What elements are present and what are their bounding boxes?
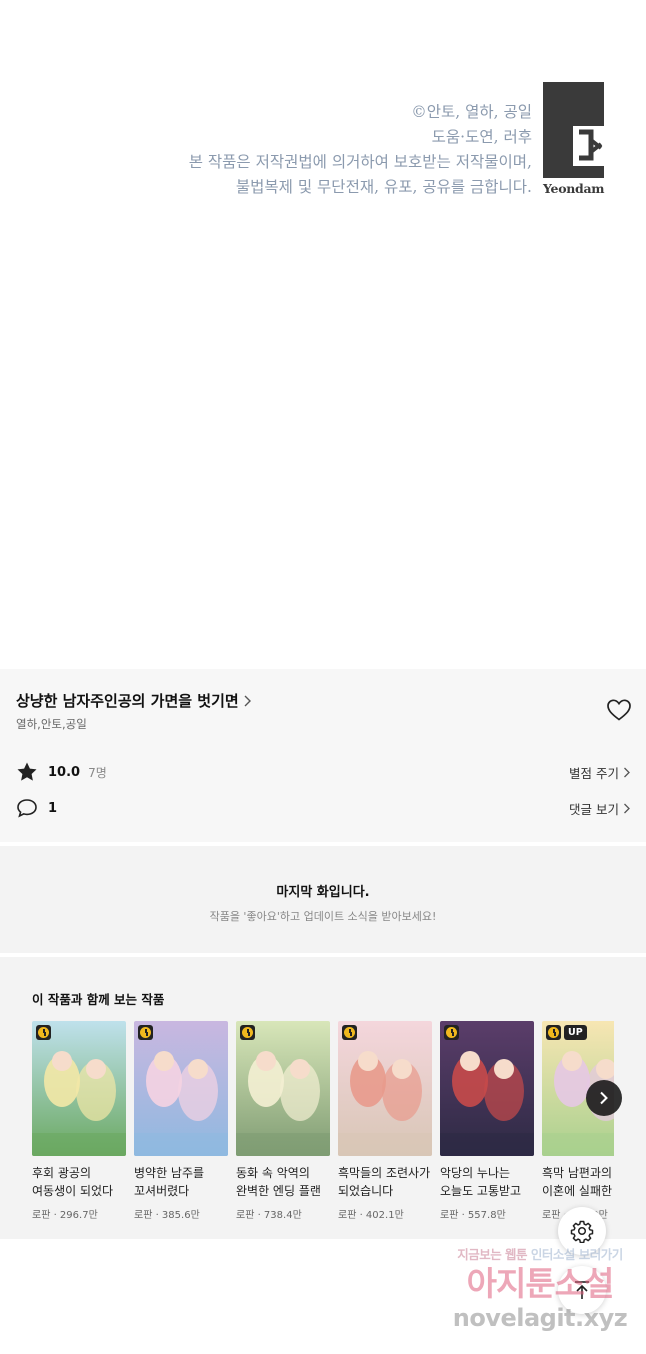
recommendation-title: 병약한 남주를 꼬셔버렸다 bbox=[134, 1166, 205, 1198]
watermark-url: novelagit.xyz bbox=[452, 1304, 628, 1332]
recommendations-carousel[interactable]: 후회 광공의 여동생이 되었다 로판 · 296.7만 병약한 남주를 꼬셔버렸다 로… bbox=[32, 1021, 614, 1231]
wait-free-clock-icon bbox=[36, 1025, 51, 1040]
wait-free-clock-icon bbox=[546, 1025, 561, 1040]
recommendation-card[interactable]: 흑막들의 조련사가 되었습니다로판 · 402.1만 bbox=[338, 1021, 432, 1221]
star-icon bbox=[17, 762, 37, 781]
cover-illustration bbox=[32, 1021, 126, 1156]
recommendation-card[interactable]: 악당의 누나는 오늘도 고통받고로판 · 557.8만 bbox=[440, 1021, 534, 1221]
series-title-link[interactable]: 상냥한 남자주인공의 가면을 벗기면 bbox=[16, 690, 251, 711]
chevron-right-icon bbox=[624, 803, 630, 813]
logo-mark bbox=[543, 82, 604, 178]
recommendation-card[interactable]: 병약한 남주를 꼬셔버렸다로판 · 385.6만 bbox=[134, 1021, 228, 1221]
comment-bubble-icon bbox=[17, 799, 37, 818]
heart-icon[interactable] bbox=[606, 698, 632, 722]
cover-thumbnail[interactable] bbox=[440, 1021, 534, 1156]
comment-row: 1 댓글 보기 bbox=[16, 796, 630, 820]
recommendations-section: 이 작품과 함께 보는 작품 후회 광공의 여동생이 되었다로판 · 296.7… bbox=[0, 957, 646, 1239]
scroll-to-top-button[interactable] bbox=[558, 1266, 606, 1314]
chevron-right-icon bbox=[624, 767, 630, 777]
chevron-right-icon bbox=[244, 695, 251, 706]
settings-button[interactable] bbox=[558, 1207, 606, 1255]
copyright-notice: ©안토, 열하, 공일 도움·도연, 러후 본 작품은 저작권법에 의거하여 보… bbox=[189, 100, 532, 200]
cover-thumbnail[interactable] bbox=[236, 1021, 330, 1156]
recommendation-title: 악당의 누나는 오늘도 고통받고 bbox=[440, 1166, 522, 1198]
recommendation-meta: 로판 · 385.6만 bbox=[134, 1210, 200, 1221]
recommendation-meta: 로판 · 738.4만 bbox=[236, 1210, 302, 1221]
watermark-brand: 아지툰소설 bbox=[466, 1264, 615, 1303]
recommendation-card[interactable]: UP흑막 남편과의 이혼에 실패한 것로판 · 451.9만 bbox=[542, 1021, 614, 1221]
wait-free-clock-icon bbox=[444, 1025, 459, 1040]
rate-button[interactable]: 별점 주기 bbox=[569, 763, 630, 782]
carousel-next-button[interactable] bbox=[586, 1080, 622, 1116]
series-authors: 열하,안토,공일 bbox=[16, 717, 87, 731]
wait-free-clock-icon bbox=[342, 1025, 357, 1040]
view-comments-button[interactable]: 댓글 보기 bbox=[569, 799, 630, 818]
copyright-line: 본 작품은 저작권법에 의거하여 보호받는 저작물이며, bbox=[188, 153, 532, 171]
cover-thumbnail[interactable] bbox=[32, 1021, 126, 1156]
wait-free-clock-icon bbox=[138, 1025, 153, 1040]
last-episode-notice: 마지막 화입니다. 작품을 '좋아요'하고 업데이트 소식을 받아보세요! bbox=[0, 846, 646, 953]
recommendation-title: 후회 광공의 여동생이 되었다 bbox=[32, 1166, 114, 1198]
recommendation-title: 흑막들의 조련사가 되었습니다 bbox=[338, 1166, 431, 1198]
publisher-logo: Yeondam bbox=[543, 82, 605, 196]
view-comments-label: 댓글 보기 bbox=[569, 801, 619, 817]
logo-text: Yeondam bbox=[543, 181, 605, 196]
cover-illustration bbox=[236, 1021, 330, 1156]
rate-button-label: 별점 주기 bbox=[569, 765, 619, 781]
rating-row: 10.0 7명 별점 주기 bbox=[16, 760, 630, 784]
comment-count: 1 bbox=[48, 800, 58, 816]
chevron-right-icon bbox=[600, 1091, 608, 1105]
cover-illustration bbox=[338, 1021, 432, 1156]
recommendation-title: 동화 속 악역의 완벽한 엔딩 플랜 bbox=[236, 1166, 321, 1198]
copyright-line: 도움·도연, 러후 bbox=[431, 128, 532, 146]
copyright-line: 불법복제 및 무단전재, 유포, 공유를 금합니다. bbox=[235, 178, 532, 196]
rating-value: 10.0 bbox=[48, 764, 81, 780]
cover-thumbnail[interactable] bbox=[338, 1021, 432, 1156]
rating-count: 7명 bbox=[88, 765, 107, 780]
recommendation-meta: 로판 · 557.8만 bbox=[440, 1210, 506, 1221]
arrow-up-icon bbox=[575, 1281, 589, 1299]
logo-glyph-icon bbox=[579, 129, 603, 161]
gear-icon bbox=[570, 1220, 594, 1243]
site-watermark: 지금보는 웹툰 인터소설 보러가기 아지툰소설 novelagit.xyz bbox=[440, 1244, 640, 1332]
series-info-panel: 상냥한 남자주인공의 가면을 벗기면 열하,안토,공일 10.0 7명 별점 주… bbox=[0, 669, 646, 842]
update-badge: UP bbox=[564, 1025, 587, 1040]
wait-free-clock-icon bbox=[240, 1025, 255, 1040]
recommendations-heading: 이 작품과 함께 보는 작품 bbox=[32, 992, 165, 1007]
recommendation-meta: 로판 · 402.1만 bbox=[338, 1210, 404, 1221]
recommendation-card[interactable]: 동화 속 악역의 완벽한 엔딩 플랜로판 · 738.4만 bbox=[236, 1021, 330, 1221]
copyright-line: ©안토, 열하, 공일 bbox=[411, 103, 532, 121]
cover-illustration bbox=[440, 1021, 534, 1156]
last-episode-title: 마지막 화입니다. bbox=[276, 885, 370, 900]
series-title: 상냥한 남자주인공의 가면을 벗기면 bbox=[16, 692, 239, 710]
cover-thumbnail[interactable] bbox=[134, 1021, 228, 1156]
recommendation-card[interactable]: 후회 광공의 여동생이 되었다로판 · 296.7만 bbox=[32, 1021, 126, 1221]
last-episode-subtitle: 작품을 '좋아요'하고 업데이트 소식을 받아보세요! bbox=[209, 910, 437, 923]
recommendation-meta: 로판 · 296.7만 bbox=[32, 1210, 98, 1221]
watermark-tagline-a: 지금보는 웹툰 bbox=[457, 1247, 528, 1262]
cover-illustration bbox=[134, 1021, 228, 1156]
watermark-tagline: 지금보는 웹툰 인터소설 보러가기 bbox=[440, 1244, 640, 1263]
recommendation-title: 흑막 남편과의 이혼에 실패한 것 bbox=[542, 1166, 614, 1198]
